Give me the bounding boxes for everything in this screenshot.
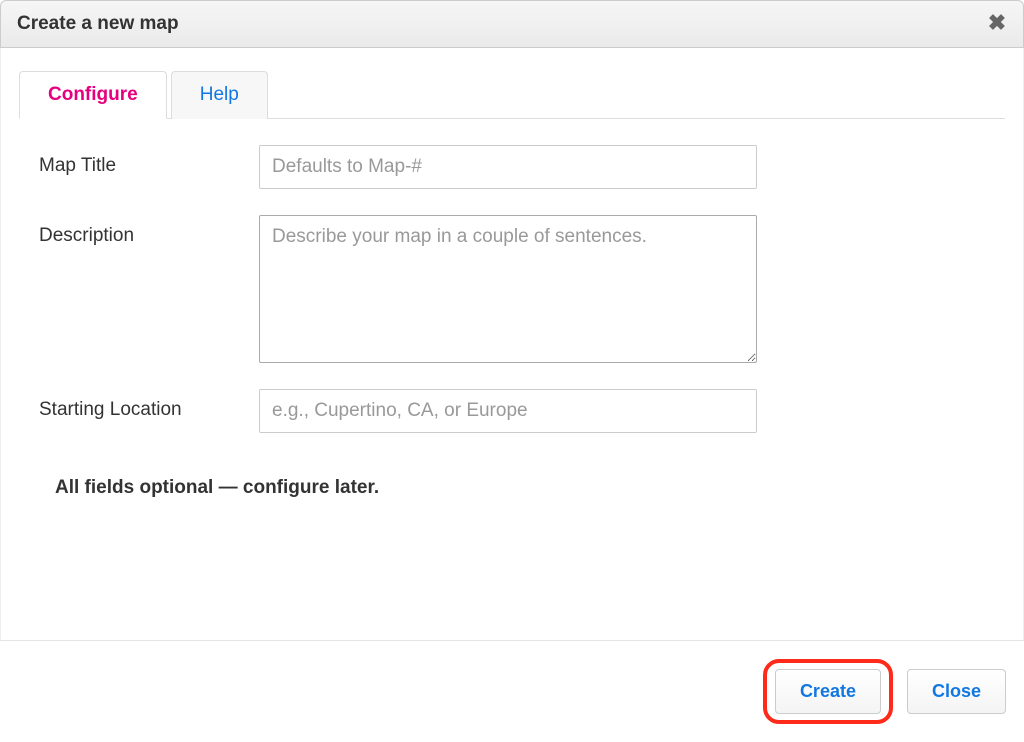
dialog-footer: Create Close — [0, 640, 1024, 742]
starting-location-label: Starting Location — [39, 389, 259, 421]
close-icon[interactable]: ✖ — [987, 14, 1007, 34]
row-map-title: Map Title — [19, 145, 1005, 189]
dialog-body: Configure Help Map Title Description Sta… — [0, 48, 1024, 640]
fields-optional-hint: All fields optional — configure later. — [19, 477, 1005, 499]
create-button-label: Create — [800, 681, 856, 701]
description-textarea[interactable] — [259, 215, 757, 363]
row-starting-location: Starting Location — [19, 389, 1005, 433]
tab-configure-label: Configure — [48, 84, 138, 105]
tab-configure[interactable]: Configure — [19, 71, 167, 119]
map-title-input[interactable] — [259, 145, 757, 189]
tab-help[interactable]: Help — [171, 71, 268, 119]
create-button[interactable]: Create — [775, 669, 881, 714]
close-button-label: Close — [932, 681, 981, 701]
map-title-label: Map Title — [39, 145, 259, 177]
tab-help-label: Help — [200, 84, 239, 105]
dialog-title: Create a new map — [17, 13, 179, 35]
create-button-highlight: Create — [763, 659, 893, 724]
tab-bar: Configure Help — [19, 70, 1005, 119]
dialog-header: Create a new map ✖ — [0, 0, 1024, 48]
starting-location-input[interactable] — [259, 389, 757, 433]
description-label: Description — [39, 215, 259, 247]
close-button[interactable]: Close — [907, 669, 1006, 714]
create-map-dialog: Create a new map ✖ Configure Help Map Ti… — [0, 0, 1024, 742]
row-description: Description — [19, 215, 1005, 363]
